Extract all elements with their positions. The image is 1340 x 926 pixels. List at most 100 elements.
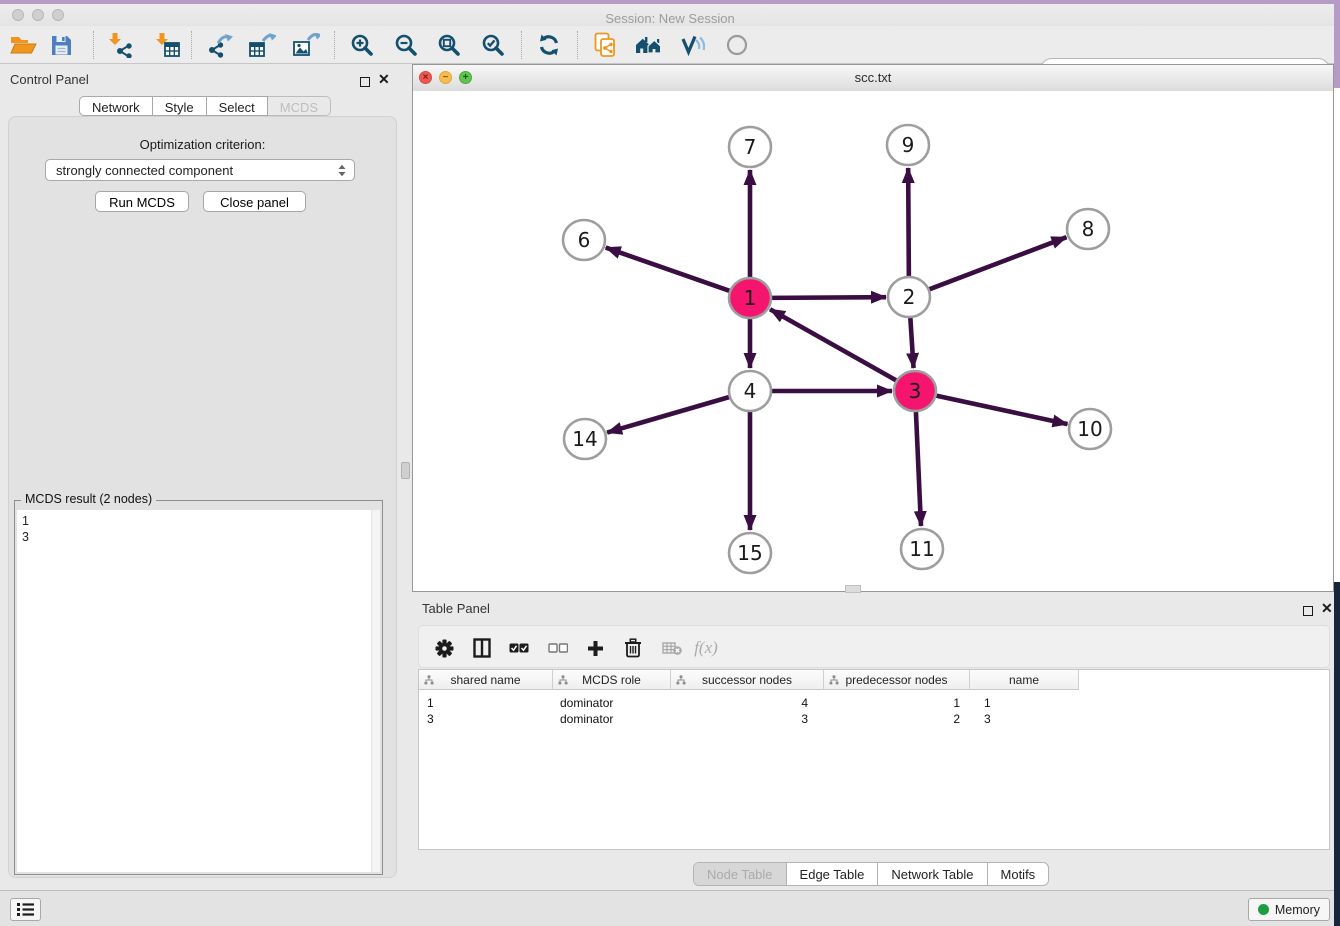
optimization-criterion-label: Optimization criterion: <box>0 137 405 152</box>
refresh-icon <box>537 33 561 57</box>
col-header-predecessor-nodes[interactable]: predecessor nodes <box>824 670 970 690</box>
graph-node-label-1: 1 <box>744 286 757 310</box>
cell-mcds-role: dominator <box>553 696 671 712</box>
export-image-button[interactable] <box>287 29 325 61</box>
network-view-window: × − + scc.txt 7968124314101511 <box>412 64 1334 592</box>
export-image-icon <box>292 33 320 58</box>
tab-style[interactable]: Style <box>153 96 207 116</box>
tab-mcds[interactable]: MCDS <box>268 96 331 116</box>
graph-edge-1-6[interactable] <box>606 248 730 291</box>
memory-button[interactable]: Memory <box>1248 898 1330 921</box>
zoom-fit-button[interactable] <box>430 29 468 61</box>
export-table-button[interactable] <box>243 29 281 61</box>
graph-edge-2-8[interactable] <box>929 237 1067 289</box>
vertical-splitter-grip[interactable] <box>401 462 410 479</box>
delete-table-icon <box>662 641 682 656</box>
checked-boxes-icon <box>509 643 529 653</box>
table-toolbar: f(x) <box>418 625 1330 668</box>
zoom-selected-button[interactable] <box>474 29 512 61</box>
table-settings-button[interactable] <box>429 636 459 660</box>
tab-motifs[interactable]: Motifs <box>988 863 1049 885</box>
table-panel-close-button[interactable]: ✕ <box>1321 603 1333 613</box>
graph-node-label-6: 6 <box>578 228 591 252</box>
import-network-button[interactable] <box>100 29 138 61</box>
graph-edge-3-1[interactable] <box>770 309 897 380</box>
graph-edge-3-11[interactable] <box>916 412 921 526</box>
graphics-details-icon <box>680 35 705 56</box>
export-network-button[interactable] <box>200 29 238 61</box>
graph-edge-2-9[interactable] <box>908 168 909 276</box>
network-graph: 7968124314101511 <box>413 91 1333 592</box>
deselect-all-button[interactable] <box>543 636 573 660</box>
graph-node-label-11: 11 <box>909 537 934 561</box>
show-all-networks-button[interactable] <box>630 29 668 61</box>
birds-eye-view-button[interactable] <box>718 29 756 61</box>
function-builder-button[interactable]: f(x) <box>691 636 721 660</box>
open-folder-icon <box>9 33 37 57</box>
criterion-select[interactable]: strongly connected component <box>45 159 355 181</box>
col-header-mcds-role[interactable]: MCDS role <box>553 670 671 690</box>
run-mcds-button[interactable]: Run MCDS <box>95 191 189 212</box>
add-column-button[interactable] <box>580 636 610 660</box>
open-session-button[interactable] <box>4 29 42 61</box>
graph-edge-4-14[interactable] <box>607 397 730 433</box>
import-table-button[interactable] <box>147 29 185 61</box>
graph-node-label-4: 4 <box>744 379 757 403</box>
control-panel-title: Control Panel <box>10 72 89 87</box>
graph-edge-1-2[interactable] <box>771 297 886 298</box>
horizontal-splitter-grip[interactable] <box>845 585 861 593</box>
mcds-result-title: MCDS result (2 nodes) <box>21 492 156 506</box>
hierarchy-icon <box>424 675 434 685</box>
apply-layout-button[interactable] <box>530 29 568 61</box>
mcds-result-list[interactable]: 1 3 <box>17 510 380 872</box>
clone-network-button[interactable] <box>586 29 624 61</box>
table-row[interactable]: 1 dominator 4 1 1 <box>419 696 1079 712</box>
tab-network-table[interactable]: Network Table <box>878 863 987 885</box>
delete-table-button[interactable] <box>657 636 687 660</box>
control-panel-tabs: Network Style Select MCDS <box>79 96 331 116</box>
mcds-result-line: 1 <box>22 513 375 529</box>
table-panel-float-button[interactable] <box>1303 603 1313 621</box>
save-session-button[interactable] <box>42 29 80 61</box>
cell-name: 3 <box>970 712 1079 728</box>
tab-network[interactable]: Network <box>79 96 153 116</box>
graph-node-label-15: 15 <box>737 541 762 565</box>
network-window-title: scc.txt <box>413 70 1333 85</box>
close-panel-button[interactable]: Close panel <box>203 191 306 212</box>
toggle-graphics-details-button[interactable] <box>673 29 711 61</box>
hierarchy-icon <box>676 675 686 685</box>
result-scrollbar[interactable] <box>371 510 380 872</box>
zoom-fit-icon <box>438 34 461 57</box>
graph-node-label-9: 9 <box>902 133 915 157</box>
toolbar-separator <box>577 31 578 59</box>
hierarchy-icon <box>558 675 568 685</box>
toggle-column-button[interactable] <box>467 636 497 660</box>
tab-select[interactable]: Select <box>207 96 268 116</box>
delete-column-button[interactable] <box>618 636 648 660</box>
tab-node-table[interactable]: Node Table <box>694 863 787 885</box>
control-panel-close-button[interactable]: ✕ <box>378 74 390 84</box>
col-header-successor-nodes[interactable]: successor nodes <box>671 670 824 690</box>
table-row[interactable]: 3 dominator 3 2 3 <box>419 712 1079 728</box>
zoom-in-button[interactable] <box>343 29 381 61</box>
graph-edge-2-3[interactable] <box>910 318 913 368</box>
wallpaper-sliver-bottom <box>1334 582 1340 926</box>
col-header-name[interactable]: name <box>970 670 1079 690</box>
network-canvas[interactable]: 7968124314101511 <box>413 91 1333 591</box>
graph-node-label-10: 10 <box>1077 417 1102 441</box>
col-header-shared-name[interactable]: shared name <box>419 670 553 690</box>
toolbar-separator <box>521 31 522 59</box>
tab-edge-table[interactable]: Edge Table <box>787 863 879 885</box>
task-history-button[interactable] <box>10 898 41 921</box>
zoom-out-button[interactable] <box>387 29 425 61</box>
node-table-header: shared name MCDS role successor nodes <box>419 670 1079 690</box>
plus-icon <box>587 640 604 657</box>
graph-node-label-2: 2 <box>903 285 916 309</box>
memory-status-dot <box>1258 904 1269 915</box>
network-window-titlebar[interactable]: × − + scc.txt <box>413 65 1333 92</box>
graph-edge-3-10[interactable] <box>936 395 1068 424</box>
control-panel-float-button[interactable] <box>360 74 370 92</box>
criterion-select-value: strongly connected component <box>56 163 233 178</box>
zoom-selected-icon <box>482 34 505 57</box>
select-all-button[interactable] <box>504 636 534 660</box>
